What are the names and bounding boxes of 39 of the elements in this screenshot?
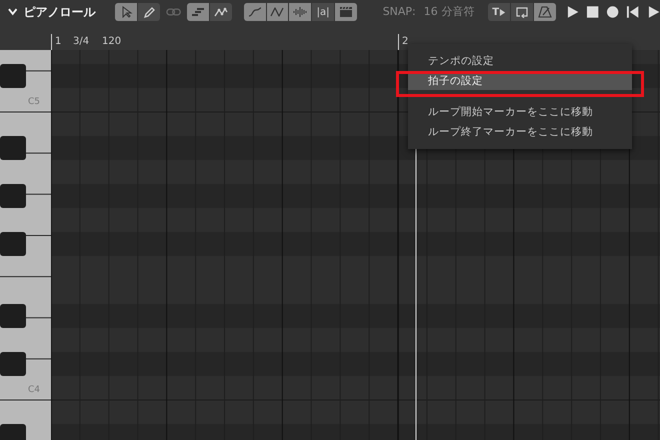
tool-button[interactable] [334,3,357,21]
collapse-chevron-icon[interactable] [8,8,18,16]
time-signature: 3/4 [73,35,90,49]
play-icon [499,8,506,16]
skip-back-icon[interactable] [626,5,640,19]
metronome-icon [538,6,552,18]
tool-button[interactable] [511,3,533,21]
tool-button[interactable] [289,3,312,21]
menu-item[interactable]: ループ開始マーカーをここに移動 [408,103,632,121]
tool-button[interactable] [138,3,160,21]
clapperboard-icon [338,6,353,18]
waveform-icon [293,6,308,18]
loop-icon [514,6,529,18]
tool-button[interactable] [266,3,288,21]
menu-item[interactable]: テンポの設定 [408,52,632,70]
note-bars-icon [191,6,206,18]
tool-button[interactable] [210,3,232,21]
play-icon[interactable] [566,5,579,19]
octave-label: C5 [28,97,40,107]
octave-label: C4 [28,385,40,395]
menu-item[interactable]: ループ終了マーカーをここに移動 [408,123,632,141]
automation-icon [214,6,228,18]
panel-title: ピアノロール [23,4,96,21]
tool-button[interactable] [244,3,266,21]
curve-icon [248,6,262,18]
play-icon[interactable] [646,5,660,19]
stop-icon[interactable] [586,5,600,19]
toggle-button[interactable]: |a| [312,3,334,21]
toggle-button[interactable]: T [488,3,510,21]
snap-label: SNAP: [382,4,416,20]
piano-keyboard-drawing[interactable] [0,50,51,440]
zigzag-icon [270,6,284,18]
tool-button[interactable] [534,3,556,21]
record-icon[interactable] [606,5,620,19]
tool-button[interactable] [187,3,210,21]
pencil-icon [142,6,156,18]
tool-button[interactable] [115,3,138,21]
tempo-value: 120 [102,35,122,49]
snap-value[interactable]: 16 分音符 [424,4,474,20]
